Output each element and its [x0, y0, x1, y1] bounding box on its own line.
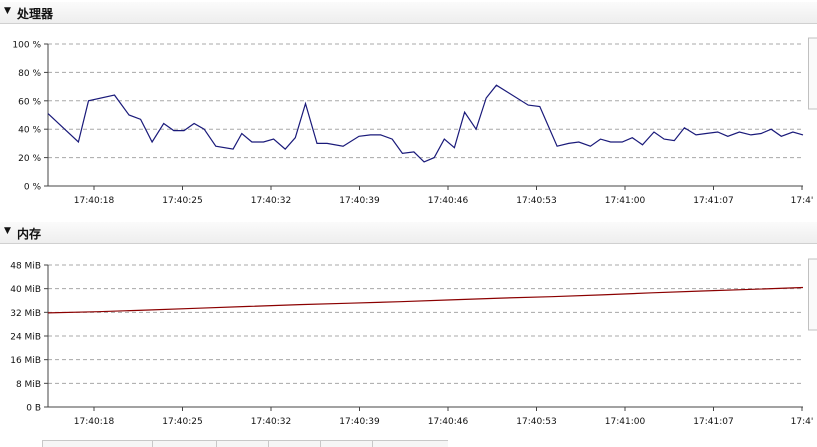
- bottom-tab[interactable]: [320, 440, 372, 447]
- x-tick-label: 17:40:32: [251, 417, 291, 427]
- x-tick-label: 17:40:46: [428, 196, 469, 206]
- cpu-panel-title: 处理器: [17, 7, 54, 21]
- memory-panel-title: 内存: [17, 227, 42, 241]
- cpu-chart: 100 % 80 % 60 % 40 % 20 % 0 % 17:40:18 17:40:25…: [12, 37, 817, 206]
- series-line: [47, 286, 804, 314]
- bottom-tab[interactable]: [152, 440, 216, 447]
- x-tick-label: 17:40:25: [162, 196, 202, 206]
- y-tick-label: 48 MiB: [10, 262, 41, 272]
- x-tick-label: 17:40:39: [339, 417, 380, 427]
- bottom-tab[interactable]: [216, 440, 268, 447]
- y-tick-label: 60 %: [18, 97, 41, 107]
- cpu-panel-header[interactable]: ▼ 处理器: [0, 2, 817, 24]
- y-tick-label: 20 %: [18, 154, 41, 164]
- x-tick-label: 17:41:07: [693, 417, 733, 427]
- x-tick-label: 17:40:39: [339, 196, 380, 206]
- memory-panel-header[interactable]: ▼ 内存: [0, 222, 817, 244]
- y-tick-label: 0 %: [24, 183, 42, 193]
- x-tick-label: 17:40:18: [74, 196, 115, 206]
- bottom-tab[interactable]: [268, 440, 320, 447]
- memory-chart: 48 MiB 40 MiB 32 MiB 24 MiB 16 MiB 8 MiB 0 B 17…: [10, 258, 817, 427]
- y-tick-label: 100 %: [12, 41, 41, 51]
- y-tick-label: 40 MiB: [10, 285, 41, 295]
- x-tick-label: 17:4': [791, 417, 814, 427]
- x-tick-label: 17:41:00: [605, 196, 646, 206]
- y-tick-label: 40 %: [18, 126, 41, 136]
- bottom-tab[interactable]: [372, 440, 448, 447]
- y-tick-label: 80 %: [18, 69, 41, 79]
- triangle-down-icon[interactable]: ▼: [4, 6, 11, 16]
- y-tick-label: 16 MiB: [10, 356, 41, 366]
- legend-box: [808, 37, 817, 110]
- y-tick-label: 8 MiB: [16, 380, 41, 390]
- x-tick-label: 17:40:53: [516, 196, 556, 206]
- x-tick-label: 17:40:46: [428, 417, 469, 427]
- bottom-tab[interactable]: [42, 440, 152, 447]
- y-tick-label: 24 MiB: [10, 333, 41, 343]
- y-tick-label: 32 MiB: [10, 309, 41, 319]
- x-tick-label: 17:40:53: [516, 417, 556, 427]
- x-tick-label: 17:41:07: [693, 196, 733, 206]
- y-tick-label: 0 B: [26, 404, 41, 414]
- x-tick-label: 17:4': [791, 196, 814, 206]
- x-tick-label: 17:40:25: [162, 417, 202, 427]
- x-tick-label: 17:41:00: [605, 417, 646, 427]
- x-tick-label: 17:40:18: [74, 417, 115, 427]
- series-line: [47, 84, 804, 163]
- triangle-down-icon[interactable]: ▼: [4, 226, 11, 236]
- legend-box: [808, 258, 817, 331]
- x-tick-label: 17:40:32: [251, 196, 291, 206]
